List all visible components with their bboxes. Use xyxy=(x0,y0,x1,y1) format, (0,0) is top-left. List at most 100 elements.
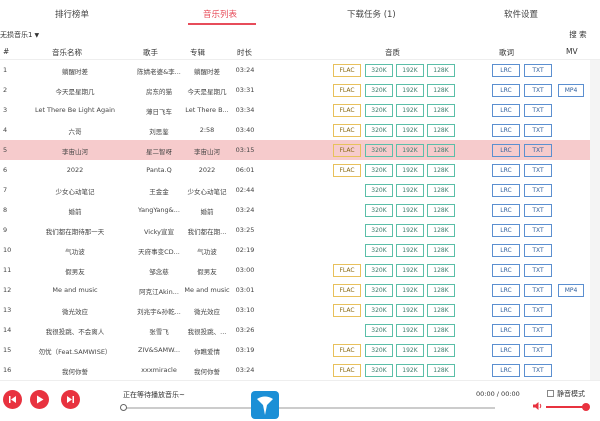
download-320k-button[interactable]: 320K xyxy=(365,224,393,237)
download-320k-button[interactable]: 320K xyxy=(365,364,393,377)
mute-checkbox[interactable] xyxy=(547,390,554,397)
download-320k-button[interactable]: 320K xyxy=(365,264,393,277)
download-txt-button[interactable]: TXT xyxy=(524,64,552,77)
download-128k-button[interactable]: 128K xyxy=(427,144,455,157)
download-txt-button[interactable]: TXT xyxy=(524,124,552,137)
download-192k-button[interactable]: 192K xyxy=(396,224,424,237)
download-txt-button[interactable]: TXT xyxy=(524,364,552,377)
download-320k-button[interactable]: 320K xyxy=(365,84,393,97)
tab-rankings[interactable]: 排行榜单 xyxy=(55,8,89,20)
download-lrc-button[interactable]: LRC xyxy=(492,164,520,177)
table-row[interactable]: 14 我很投跳、不会离人 张雪飞 我很投跳、... 03:26 320K 192K 128K L… xyxy=(0,320,590,340)
previous-button[interactable] xyxy=(3,390,22,409)
table-row[interactable]: 11 假男友 邹念慈 假男友 03:00 FLAC 320K 192K 128K LRC TXT xyxy=(0,260,590,280)
download-flac-button[interactable]: FLAC xyxy=(333,344,361,357)
download-192k-button[interactable]: 192K xyxy=(396,144,424,157)
download-lrc-button[interactable]: LRC xyxy=(492,184,520,197)
download-320k-button[interactable]: 320K xyxy=(365,144,393,157)
download-txt-button[interactable]: TXT xyxy=(524,344,552,357)
download-txt-button[interactable]: TXT xyxy=(524,264,552,277)
table-row[interactable]: 9 我们都在期待那一天 Vicky宣宣 我们都在期... 03:25 320K 192K 12… xyxy=(0,220,590,240)
download-flac-button[interactable]: FLAC xyxy=(333,164,361,177)
search-button[interactable]: 搜 索 xyxy=(560,27,596,41)
download-192k-button[interactable]: 192K xyxy=(396,344,424,357)
tab-music-list[interactable]: 音乐列表 xyxy=(203,8,237,20)
download-lrc-button[interactable]: LRC xyxy=(492,144,520,157)
download-flac-button[interactable]: FLAC xyxy=(333,144,361,157)
download-flac-button[interactable]: FLAC xyxy=(333,124,361,137)
tab-download-tasks[interactable]: 下载任务 (1) xyxy=(347,8,396,20)
download-lrc-button[interactable]: LRC xyxy=(492,124,520,137)
download-320k-button[interactable]: 320K xyxy=(365,184,393,197)
download-txt-button[interactable]: TXT xyxy=(524,144,552,157)
tab-settings[interactable]: 软件设置 xyxy=(504,8,538,20)
table-row[interactable]: 12 Me and music 阿克江Akin... Me and music 03:0… xyxy=(0,280,590,300)
download-128k-button[interactable]: 128K xyxy=(427,64,455,77)
table-row[interactable]: 10 气功波 天府事变CD... 气功波 02:19 320K 192K 128K LRC TXT xyxy=(0,240,590,260)
download-128k-button[interactable]: 128K xyxy=(427,124,455,137)
download-txt-button[interactable]: TXT xyxy=(524,204,552,217)
table-row[interactable]: 5 李宙山河 星二智呀 李宙山河 03:15 FLAC 320K 192K 128K LRC TXT xyxy=(0,140,590,160)
download-txt-button[interactable]: TXT xyxy=(524,244,552,257)
download-lrc-button[interactable]: LRC xyxy=(492,344,520,357)
download-192k-button[interactable]: 192K xyxy=(396,284,424,297)
download-flac-button[interactable]: FLAC xyxy=(333,284,361,297)
download-txt-button[interactable]: TXT xyxy=(524,164,552,177)
download-192k-button[interactable]: 192K xyxy=(396,324,424,337)
download-lrc-button[interactable]: LRC xyxy=(492,84,520,97)
download-flac-button[interactable]: FLAC xyxy=(333,84,361,97)
download-192k-button[interactable]: 192K xyxy=(396,204,424,217)
table-row[interactable]: 16 我何你誓 xxxmiracle 我何你誓 03:24 FLAC 320K 192K 128… xyxy=(0,360,590,380)
download-txt-button[interactable]: TXT xyxy=(524,104,552,117)
download-lrc-button[interactable]: LRC xyxy=(492,224,520,237)
download-320k-button[interactable]: 320K xyxy=(365,244,393,257)
download-txt-button[interactable]: TXT xyxy=(524,324,552,337)
download-txt-button[interactable]: TXT xyxy=(524,304,552,317)
play-button[interactable] xyxy=(30,390,49,409)
download-128k-button[interactable]: 128K xyxy=(427,104,455,117)
download-192k-button[interactable]: 192K xyxy=(396,244,424,257)
download-flac-button[interactable]: FLAC xyxy=(333,64,361,77)
download-192k-button[interactable]: 192K xyxy=(396,64,424,77)
download-320k-button[interactable]: 320K xyxy=(365,124,393,137)
vertical-scrollbar[interactable] xyxy=(590,60,600,380)
download-192k-button[interactable]: 192K xyxy=(396,164,424,177)
next-button[interactable] xyxy=(61,390,80,409)
table-row[interactable]: 2 今天是星期几 房东的猫 今天是星期几 03:31 FLAC 320K 192K 128K LR… xyxy=(0,80,590,100)
download-flac-button[interactable]: FLAC xyxy=(333,364,361,377)
download-320k-button[interactable]: 320K xyxy=(365,64,393,77)
download-192k-button[interactable]: 192K xyxy=(396,264,424,277)
download-lrc-button[interactable]: LRC xyxy=(492,364,520,377)
download-192k-button[interactable]: 192K xyxy=(396,124,424,137)
download-128k-button[interactable]: 128K xyxy=(427,264,455,277)
table-row[interactable]: 4 六哥 刘思鉴 2:58 03:40 FLAC 320K 192K 128K LRC TXT xyxy=(0,120,590,140)
download-192k-button[interactable]: 192K xyxy=(396,304,424,317)
table-row[interactable]: 1 躺醒时差 陈婧老婆&李... 躺醒时差 03:24 FLAC 320K 192K 128K L… xyxy=(0,60,590,80)
download-flac-button[interactable]: FLAC xyxy=(333,264,361,277)
download-lrc-button[interactable]: LRC xyxy=(492,304,520,317)
download-lrc-button[interactable]: LRC xyxy=(492,204,520,217)
table-row[interactable]: 7 少女心动笔记 王金金 少女心动笔记 02:44 320K 192K 128K LRC TXT xyxy=(0,180,590,200)
download-lrc-button[interactable]: LRC xyxy=(492,244,520,257)
download-128k-button[interactable]: 128K xyxy=(427,284,455,297)
table-row[interactable]: 6 2022 Panta.Q 2022 06:01 FLAC 320K 192K 128K LRC… xyxy=(0,160,590,180)
download-320k-button[interactable]: 320K xyxy=(365,164,393,177)
volume-icon[interactable] xyxy=(532,401,544,411)
download-txt-button[interactable]: TXT xyxy=(524,284,552,297)
download-128k-button[interactable]: 128K xyxy=(427,224,455,237)
progress-bar[interactable] xyxy=(123,407,495,409)
table-row[interactable]: 3 Let There Be Light Again 薄日飞车 Let There B… xyxy=(0,100,590,120)
download-320k-button[interactable]: 320K xyxy=(365,344,393,357)
download-txt-button[interactable]: TXT xyxy=(524,84,552,97)
download-mp4-button[interactable]: MP4 xyxy=(558,284,584,297)
download-128k-button[interactable]: 128K xyxy=(427,324,455,337)
download-128k-button[interactable]: 128K xyxy=(427,84,455,97)
download-txt-button[interactable]: TXT xyxy=(524,224,552,237)
table-row[interactable]: 15 勿忧（Feat.SAMWISE） ZIV&SAMW... 你瞧爱情 03:19 FL… xyxy=(0,340,590,360)
download-txt-button[interactable]: TXT xyxy=(524,184,552,197)
download-320k-button[interactable]: 320K xyxy=(365,304,393,317)
download-192k-button[interactable]: 192K xyxy=(396,104,424,117)
download-320k-button[interactable]: 320K xyxy=(365,284,393,297)
download-320k-button[interactable]: 320K xyxy=(365,104,393,117)
download-lrc-button[interactable]: LRC xyxy=(492,64,520,77)
